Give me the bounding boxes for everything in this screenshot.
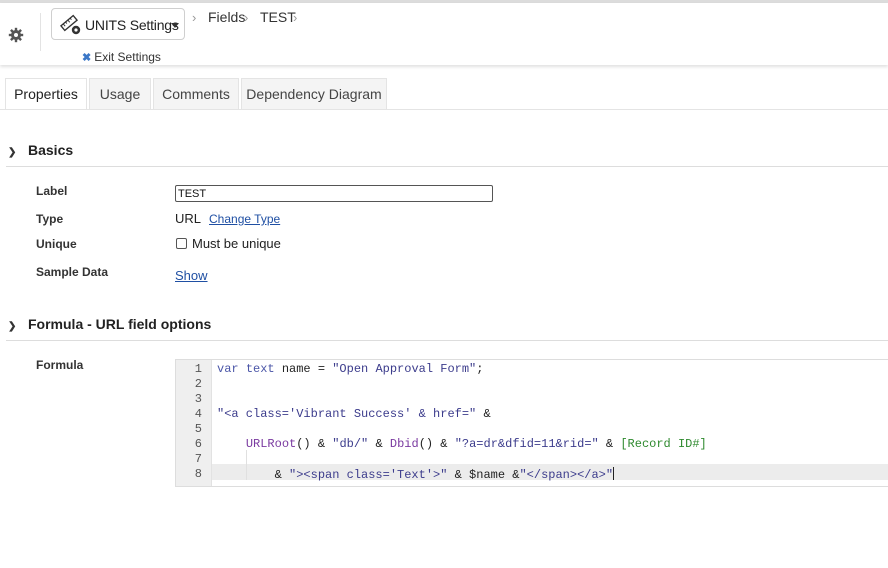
section-divider	[6, 166, 888, 167]
must-be-unique-checkbox[interactable]	[176, 238, 187, 249]
settings-header: UNITS Settings › Fields › TEST › ✖ Exit S…	[0, 3, 888, 65]
label-input[interactable]	[175, 185, 493, 202]
breadcrumb-separator-icon: ›	[192, 10, 197, 25]
code-line: & "><span class='Text'>" & $name &"</spa…	[217, 467, 615, 482]
code-line: "<a class='Vibrant Success' & href=" &	[217, 407, 491, 421]
chevron-down-icon: ❯	[8, 147, 17, 158]
line-number: 1	[194, 362, 202, 376]
show-sample-link[interactable]: Show	[175, 268, 208, 283]
exit-settings-label: Exit Settings	[94, 50, 161, 64]
close-icon: ✖	[82, 52, 92, 64]
formula-field-label: Formula	[36, 358, 84, 372]
breadcrumb-separator-icon: ›	[244, 10, 249, 25]
units-settings-button[interactable]: UNITS Settings	[51, 8, 185, 40]
type-value: URL	[175, 211, 202, 226]
formula-section-title: Formula - URL field options	[28, 316, 212, 332]
basics-title: Basics	[28, 142, 74, 158]
line-number: 2	[194, 377, 202, 391]
exit-settings-link[interactable]: ✖ Exit Settings	[82, 50, 161, 64]
breadcrumb-test[interactable]: TEST	[260, 9, 296, 25]
basics-section-header[interactable]: ❯ Basics	[8, 142, 73, 158]
gear-icon[interactable]	[8, 27, 24, 43]
line-number: 5	[194, 422, 202, 436]
line-number-gutter: 1 2 3 4 5 6 7 8	[176, 360, 212, 486]
line-number: 8	[194, 467, 202, 481]
formula-editor[interactable]: 1 2 3 4 5 6 7 8 var text name = "Open Ap…	[175, 359, 888, 487]
breadcrumb-separator-icon: ›	[293, 10, 298, 25]
chevron-down-icon	[171, 23, 179, 28]
unique-field-label: Unique	[36, 237, 77, 251]
code-line: URLRoot() & "db/" & Dbid() & "?a=dr&dfid…	[245, 437, 707, 451]
line-number: 6	[194, 437, 202, 451]
tab-comments[interactable]: Comments	[153, 78, 239, 110]
code-line: var text name = "Open Approval Form";	[217, 362, 484, 376]
label-field-label: Label	[36, 184, 68, 198]
tab-usage[interactable]: Usage	[89, 78, 151, 110]
formula-section-header[interactable]: ❯ Formula - URL field options	[8, 316, 211, 332]
change-type-link[interactable]: Change Type	[209, 212, 280, 226]
tab-dependency-diagram[interactable]: Dependency Diagram	[241, 78, 387, 110]
line-number: 4	[194, 407, 202, 421]
sample-data-label: Sample Data	[36, 265, 109, 279]
chevron-down-icon: ❯	[8, 321, 17, 332]
ruler-gear-icon	[60, 14, 81, 35]
line-number: 7	[194, 452, 202, 466]
tab-bar-border	[0, 109, 888, 110]
line-number: 3	[194, 392, 202, 406]
tab-properties[interactable]: Properties	[5, 78, 87, 110]
type-field-label: Type	[36, 212, 64, 226]
units-settings-label: UNITS Settings	[85, 17, 179, 33]
section-divider	[6, 340, 888, 341]
must-be-unique-label: Must be unique	[192, 236, 281, 251]
breadcrumb-fields[interactable]: Fields	[208, 9, 245, 25]
header-divider	[40, 13, 41, 51]
